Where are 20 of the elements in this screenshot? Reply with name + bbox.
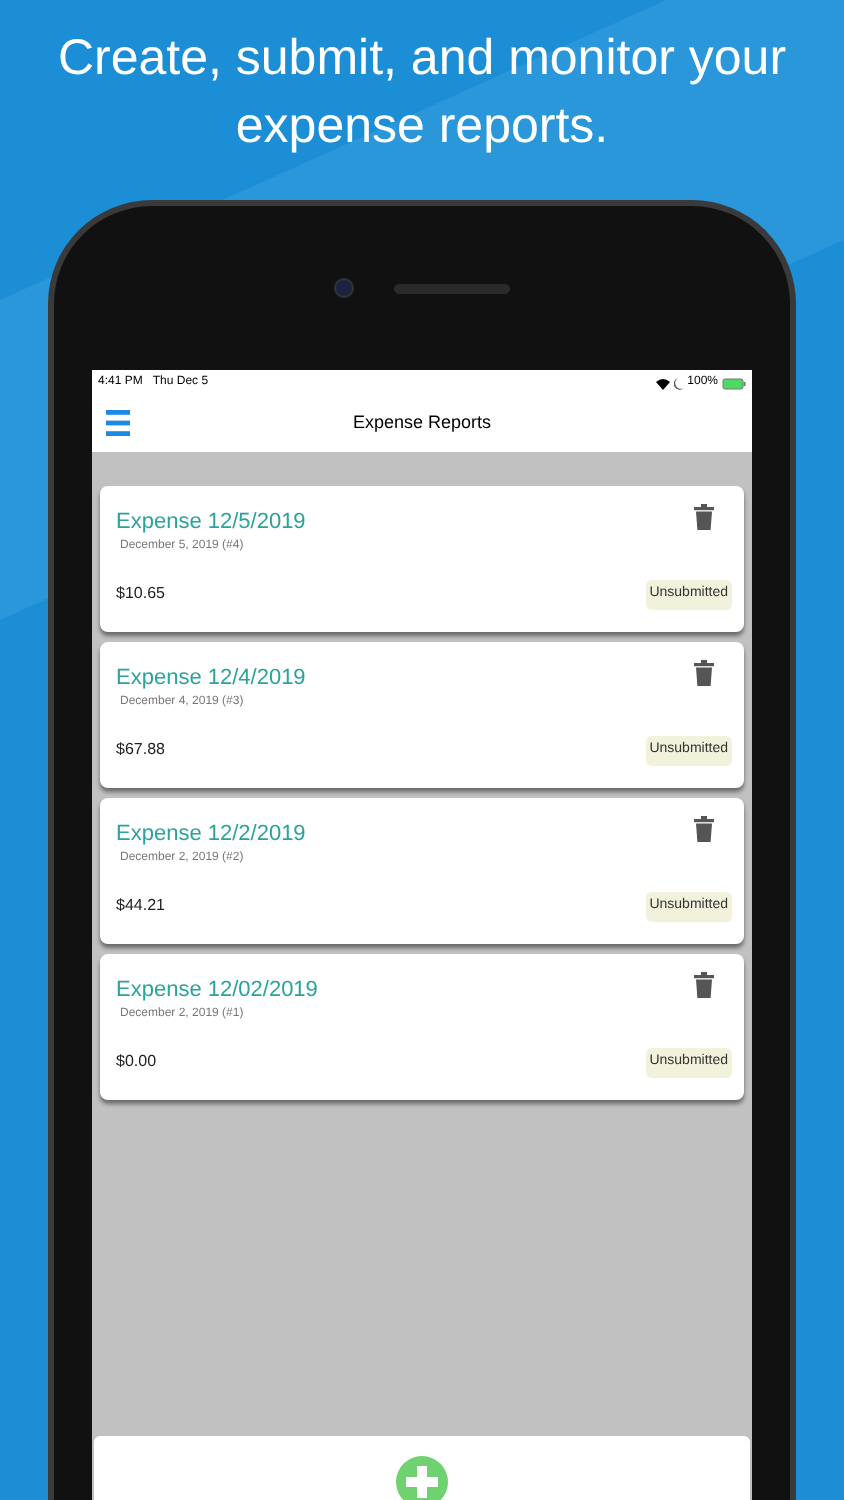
report-amount: $0.00 xyxy=(116,1050,157,1075)
camera-icon xyxy=(334,278,354,298)
report-title: Expense 12/5/2019 xyxy=(116,510,306,536)
speaker-grille xyxy=(394,283,510,293)
report-title: Expense 12/2/2019 xyxy=(116,822,306,848)
trash-icon[interactable] xyxy=(694,972,714,998)
moon-icon xyxy=(673,377,684,389)
trash-icon[interactable] xyxy=(694,816,714,842)
headline: Create, submit, and monitor your expense reports. xyxy=(55,28,789,158)
report-title: Expense 12/02/2019 xyxy=(116,978,318,1004)
trash-icon[interactable] xyxy=(694,660,714,686)
screen-title: Expense Reports xyxy=(352,410,492,437)
report-amount: $67.88 xyxy=(116,738,165,763)
wifi-icon xyxy=(655,377,670,389)
battery-icon xyxy=(722,377,746,389)
report-amount: $44.21 xyxy=(116,894,165,919)
menu-icon[interactable] xyxy=(106,410,130,436)
report-title: Expense 12/4/2019 xyxy=(116,666,306,692)
trash-icon[interactable] xyxy=(694,504,714,530)
report-amount: $10.65 xyxy=(116,582,165,607)
